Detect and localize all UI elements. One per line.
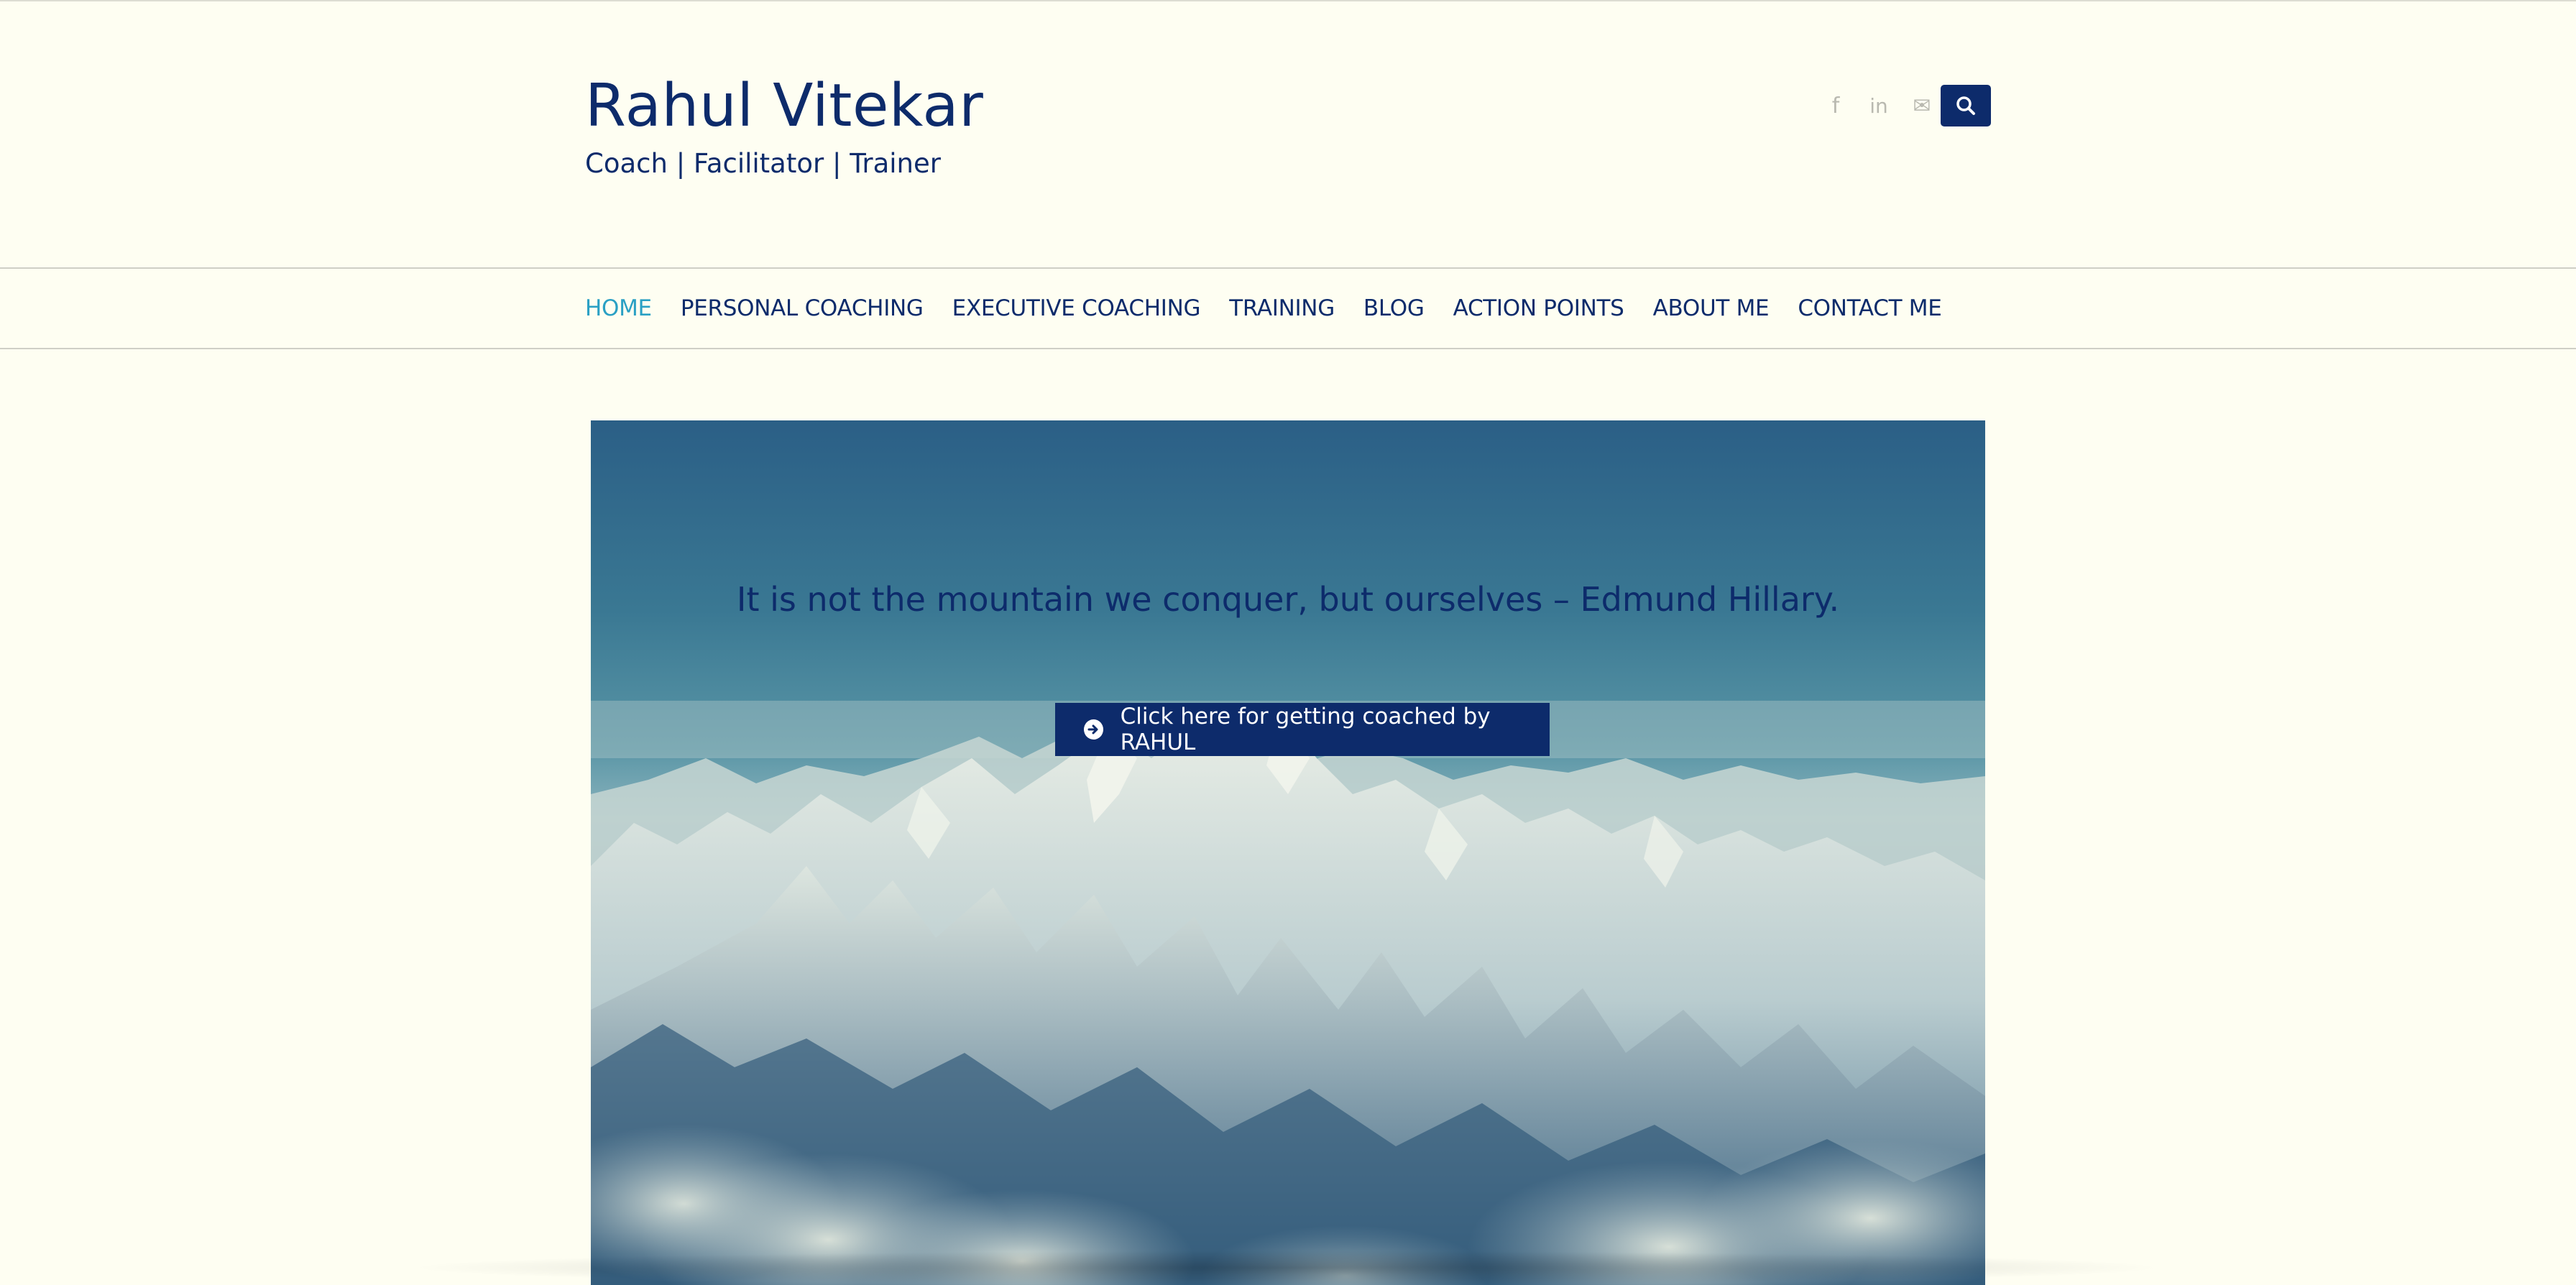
mail-icon[interactable]: ✉ [1905,85,1939,126]
site-tagline: Coach | Facilitator | Trainer [585,148,941,179]
site-title[interactable]: Rahul Vitekar [585,72,983,140]
nav-item-action-points[interactable]: ACTION POINTS [1453,295,1624,321]
get-coached-button-label: Click here for getting coached by RAHUL [1120,704,1491,755]
facebook-icon[interactable]: f [1818,85,1853,126]
top-rule [0,0,2576,1]
nav-item-executive-coaching[interactable]: EXECUTIVE COACHING [952,295,1201,321]
hero-banner: It is not the mountain we conquer, but o… [591,420,1985,1285]
nav-item-home[interactable]: HOME [585,295,652,321]
nav-item-about-me[interactable]: ABOUT ME [1653,295,1770,321]
search-icon [1956,96,1975,115]
nav-item-personal-coaching[interactable]: PERSONAL COACHING [681,295,924,321]
arrow-circle-right-icon [1084,719,1103,740]
main-navigation: HOME PERSONAL COACHING EXECUTIVE COACHIN… [0,267,2576,349]
get-coached-button[interactable]: Click here for getting coached by RAHUL [1055,703,1550,756]
hero-quote: It is not the mountain we conquer, but o… [736,580,1840,619]
social-links: f in ✉ [1818,85,1948,126]
linkedin-icon[interactable]: in [1862,85,1896,126]
search-button[interactable] [1941,85,1991,126]
mountain-background-image [591,701,1985,1285]
bottom-shadow [402,1251,2171,1285]
nav-item-training[interactable]: TRAINING [1229,295,1335,321]
nav-item-contact-me[interactable]: CONTACT ME [1798,295,1942,321]
nav-item-blog[interactable]: BLOG [1363,295,1425,321]
